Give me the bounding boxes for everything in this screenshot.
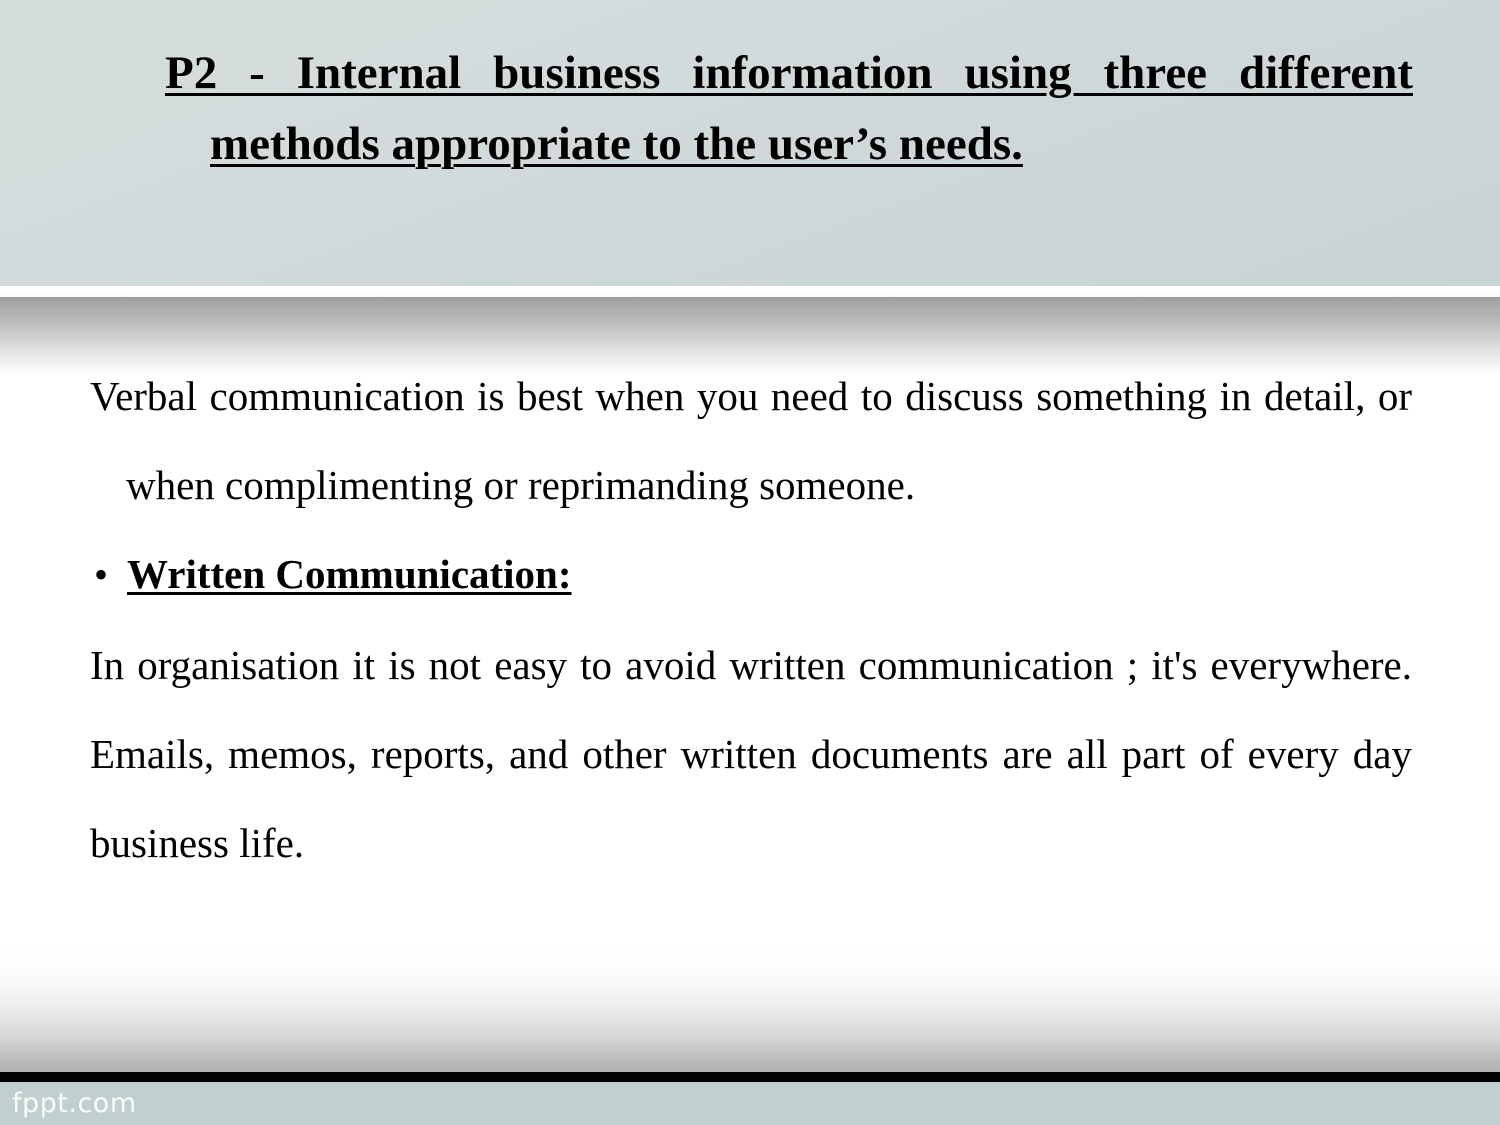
footer-rule-divider <box>0 1072 1500 1082</box>
slide-canvas: P2 - Internal business information using… <box>0 0 1500 1125</box>
header-highlight-line <box>0 286 1500 297</box>
slide-body: Verbal communication is best when you ne… <box>90 352 1412 888</box>
footer-gradient <box>0 942 1500 1072</box>
footer-band: fppt.com <box>0 1082 1500 1125</box>
bullet-list-item-written-communication: • Written Communication: <box>90 530 1412 619</box>
slide-title: P2 - Internal business information using… <box>165 47 1413 170</box>
bullet-dot-icon: • <box>94 552 109 597</box>
body-paragraph-verbal: Verbal communication is best when you ne… <box>90 373 1412 508</box>
slide-title-block: P2 - Internal business information using… <box>165 38 1413 180</box>
body-paragraph-written: In organisation it is not easy to avoid … <box>90 642 1412 866</box>
watermark-label: fppt.com <box>12 1088 137 1119</box>
bullet-item-label: Written Communication: <box>127 551 572 597</box>
